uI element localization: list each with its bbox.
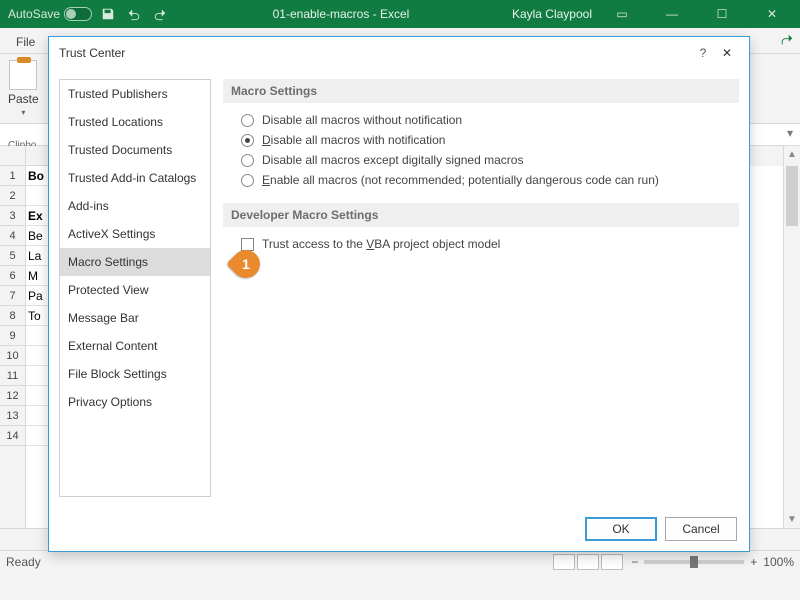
scroll-up-icon[interactable]: ▲ <box>784 146 800 163</box>
dialog-title: Trust Center <box>59 46 691 60</box>
autosave-toggle[interactable]: AutoSave <box>8 7 92 21</box>
row-header[interactable]: 7 <box>0 286 25 306</box>
cancel-button[interactable]: Cancel <box>665 517 737 541</box>
scroll-thumb[interactable] <box>786 166 798 226</box>
row-header[interactable]: 6 <box>0 266 25 286</box>
radio-label: Enable all macros (not recommended; pote… <box>262 173 659 187</box>
radio-disable-except-signed[interactable]: Disable all macros except digitally sign… <box>241 153 739 167</box>
nav-message-bar[interactable]: Message Bar <box>60 304 210 332</box>
radio-disable-with-notification[interactable]: Disable all macros with notification <box>241 133 739 147</box>
row-header[interactable]: 3 <box>0 206 25 226</box>
row-header[interactable]: 2 <box>0 186 25 206</box>
paste-label: Paste <box>8 92 39 106</box>
clipboard-icon <box>9 60 37 90</box>
nav-activex-settings[interactable]: ActiveX Settings <box>60 220 210 248</box>
row-header[interactable]: 14 <box>0 426 25 446</box>
row-header[interactable]: 10 <box>0 346 25 366</box>
nav-trusted-publishers[interactable]: Trusted Publishers <box>60 80 210 108</box>
titlebar: AutoSave 01-enable-macros - Excel Kayla … <box>0 0 800 28</box>
nav-trusted-documents[interactable]: Trusted Documents <box>60 136 210 164</box>
ribbon-options-icon[interactable]: ▭ <box>602 0 642 28</box>
zoom-out-icon[interactable]: − <box>631 555 638 569</box>
tab-file[interactable]: File <box>6 31 45 53</box>
vertical-scrollbar[interactable]: ▲ ▼ <box>783 146 800 528</box>
radio-label: Disable all macros with notification <box>262 133 445 147</box>
page-layout-icon[interactable] <box>577 554 599 570</box>
row-header[interactable]: 9 <box>0 326 25 346</box>
ok-button[interactable]: OK <box>585 517 657 541</box>
view-buttons <box>553 554 623 570</box>
switch-icon <box>64 7 92 21</box>
nav-macro-settings[interactable]: Macro Settings <box>60 248 210 276</box>
nav-file-block-settings[interactable]: File Block Settings <box>60 360 210 388</box>
row-header[interactable]: 13 <box>0 406 25 426</box>
dialog-content: Macro Settings Disable all macros withou… <box>223 79 739 497</box>
row-header[interactable]: 5 <box>0 246 25 266</box>
document-title: 01-enable-macros - Excel <box>170 7 512 21</box>
radio-label: Disable all macros without notification <box>262 113 462 127</box>
save-icon[interactable] <box>98 4 118 24</box>
nav-protected-view[interactable]: Protected View <box>60 276 210 304</box>
macro-settings-header: Macro Settings <box>223 79 739 103</box>
trust-center-dialog: Trust Center ? ✕ Trusted Publishers Trus… <box>48 36 750 552</box>
row-headers: 1 2 3 4 5 6 7 8 9 10 11 12 13 14 <box>0 146 26 528</box>
maximize-icon[interactable]: ☐ <box>702 0 742 28</box>
zoom-level[interactable]: 100% <box>763 555 794 569</box>
status-bar: Ready − + 100% <box>0 550 800 572</box>
page-break-icon[interactable] <box>601 554 623 570</box>
trust-center-nav: Trusted Publishers Trusted Locations Tru… <box>59 79 211 497</box>
zoom-in-icon[interactable]: + <box>750 555 757 569</box>
nav-privacy-options[interactable]: Privacy Options <box>60 388 210 416</box>
developer-macro-header: Developer Macro Settings <box>223 203 739 227</box>
row-header[interactable]: 11 <box>0 366 25 386</box>
close-icon[interactable]: ✕ <box>715 46 739 60</box>
status-ready: Ready <box>6 555 41 569</box>
close-window-icon[interactable]: ✕ <box>752 0 792 28</box>
nav-add-ins[interactable]: Add-ins <box>60 192 210 220</box>
checkbox-trust-vba[interactable]: Trust access to the VBA project object m… <box>241 237 739 251</box>
row-header[interactable]: 8 <box>0 306 25 326</box>
row-header[interactable]: 12 <box>0 386 25 406</box>
undo-icon[interactable] <box>124 4 144 24</box>
checkbox-icon <box>241 238 254 251</box>
radio-enable-all[interactable]: Enable all macros (not recommended; pote… <box>241 173 739 187</box>
redo-icon[interactable] <box>150 4 170 24</box>
scroll-down-icon[interactable]: ▼ <box>784 511 800 528</box>
nav-external-content[interactable]: External Content <box>60 332 210 360</box>
radio-icon <box>241 134 254 147</box>
normal-view-icon[interactable] <box>553 554 575 570</box>
row-header[interactable]: 1 <box>0 166 25 186</box>
row-header[interactable]: 4 <box>0 226 25 246</box>
radio-icon <box>241 174 254 187</box>
zoom-slider[interactable]: − + 100% <box>631 555 794 569</box>
autosave-label: AutoSave <box>8 7 60 21</box>
radio-disable-no-notification[interactable]: Disable all macros without notification <box>241 113 739 127</box>
chevron-down-icon[interactable]: ▾ <box>782 126 798 140</box>
user-name[interactable]: Kayla Claypool <box>512 7 592 21</box>
radio-label: Disable all macros except digitally sign… <box>262 153 523 167</box>
dialog-footer: OK Cancel <box>49 507 749 551</box>
paste-button[interactable]: Paste ▾ <box>8 60 39 117</box>
help-icon[interactable]: ? <box>691 46 715 60</box>
nav-trusted-addin-catalogs[interactable]: Trusted Add-in Catalogs <box>60 164 210 192</box>
minimize-icon[interactable]: — <box>652 0 692 28</box>
dialog-titlebar: Trust Center ? ✕ <box>49 37 749 69</box>
share-icon[interactable] <box>774 27 800 53</box>
checkbox-label: Trust access to the VBA project object m… <box>262 237 500 251</box>
radio-icon <box>241 154 254 167</box>
radio-icon <box>241 114 254 127</box>
nav-trusted-locations[interactable]: Trusted Locations <box>60 108 210 136</box>
